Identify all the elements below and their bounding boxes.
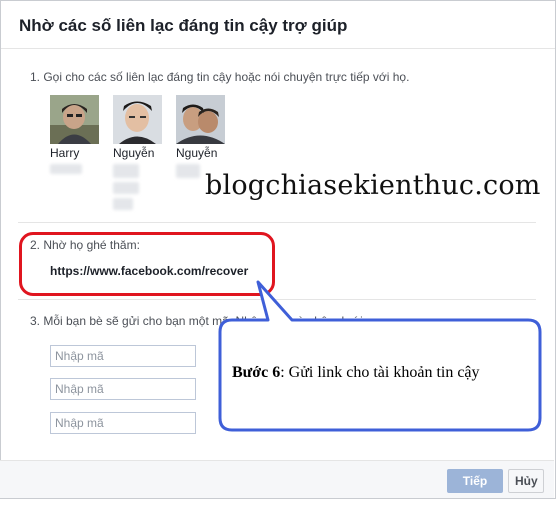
- dialog-title: Nhờ các số liên lạc đáng tin cậy trợ giú…: [19, 16, 348, 35]
- step3-text-tail: ã vào bên dưới:: [281, 314, 367, 328]
- watermark-text: blogchiasekienthuc.com: [205, 170, 541, 201]
- redacted-info: [113, 164, 139, 178]
- redacted-info: [176, 164, 200, 178]
- section-divider: [18, 222, 536, 223]
- contact-card[interactable]: Nguyễn: [176, 95, 236, 178]
- callout-description: : Gửi link cho tài khoản tin cậy: [280, 364, 480, 381]
- code-input-3[interactable]: [50, 412, 196, 434]
- continue-button[interactable]: Tiếp tục: [447, 469, 503, 510]
- step2-instruction: 2. Nhờ họ ghé thăm:: [30, 238, 140, 252]
- contact-card[interactable]: Harry: [50, 95, 110, 174]
- recover-link[interactable]: https://www.facebook.com/recover: [50, 264, 248, 278]
- callout-text: Bước 6: Gửi link cho tài khoản tin cậy: [232, 364, 480, 382]
- contact-card[interactable]: Nguyễn: [113, 95, 173, 210]
- step3-text: 3. Mỗi bạn bè sẽ gửi cho bạn một mã. Nhậ: [30, 314, 258, 328]
- contact-name: Nguyễn: [176, 146, 218, 160]
- redacted-info: [113, 182, 139, 194]
- code-input-1[interactable]: [50, 345, 196, 367]
- dialog-header: Nhờ các số liên lạc đáng tin cậy trợ giú…: [1, 1, 555, 49]
- cancel-button[interactable]: Hủy: [508, 469, 544, 493]
- redacted-info: [113, 198, 133, 210]
- code-input-2[interactable]: [50, 378, 196, 400]
- step1-instruction: 1. Gọi cho các số liên lạc đáng tin cậy …: [30, 70, 410, 84]
- redacted-info: [50, 164, 82, 174]
- contact-name: Harry: [50, 146, 80, 160]
- section-divider: [18, 299, 536, 300]
- contact-name: Nguyễn: [113, 146, 155, 160]
- callout-step-label: Bước 6: [232, 364, 281, 381]
- avatar: [176, 95, 225, 144]
- avatar: [113, 95, 162, 144]
- avatar: [50, 95, 99, 144]
- step3-instruction: 3. Mỗi bạn bè sẽ gửi cho bạn một mã. Nhậ…: [30, 314, 366, 328]
